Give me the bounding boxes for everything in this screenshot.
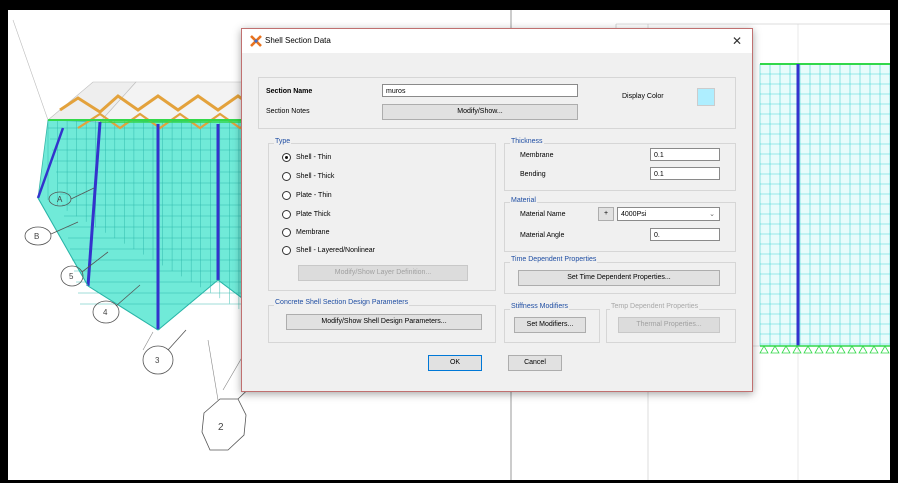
- membrane-label: Membrane: [520, 152, 554, 159]
- chevron-down-icon: ⌄: [709, 211, 715, 218]
- grid-bubble-b-label: B: [34, 232, 39, 241]
- material-name-label: Material Name: [520, 211, 566, 218]
- material-angle-input[interactable]: 0.: [650, 228, 720, 241]
- bending-label: Bending: [520, 171, 546, 178]
- time-dependent-title: Time Dependent Properties: [510, 256, 598, 263]
- shell-section-data-dialog: Shell Section Data ✕ Section Name muros …: [241, 28, 753, 392]
- shell-design-parameters-button[interactable]: Modify/Show Shell Design Parameters...: [286, 314, 482, 330]
- membrane-thickness-input[interactable]: 0.1: [650, 148, 720, 161]
- display-color-swatch[interactable]: [697, 88, 715, 106]
- layer-definition-button[interactable]: Modify/Show Layer Definition...: [298, 265, 468, 281]
- cancel-button[interactable]: Cancel: [508, 355, 562, 371]
- radio-shell-layered[interactable]: [282, 246, 291, 255]
- support-markers: [759, 345, 890, 354]
- grid-bubble-3: 3: [142, 329, 187, 375]
- grid-bubble-4-label: 4: [103, 308, 108, 317]
- section-notes-label: Section Notes: [266, 108, 310, 115]
- concrete-design-title: Concrete Shell Section Design Parameters: [274, 299, 410, 306]
- temp-dependent-title: Temp Dependent Properties: [610, 303, 700, 310]
- section-name-input[interactable]: muros: [382, 84, 578, 97]
- radio-shell-layered-label: Shell - Layered/Nonlinear: [296, 247, 375, 254]
- grid-bubble-2-label: 2: [218, 422, 224, 433]
- radio-membrane-label: Membrane: [296, 229, 330, 236]
- grid-bubble-5-label: 5: [69, 272, 74, 281]
- thickness-group-title: Thickness: [510, 138, 544, 145]
- dialog-title: Shell Section Data: [265, 36, 331, 45]
- type-group-title: Type: [274, 138, 292, 145]
- display-color-label: Display Color: [622, 93, 664, 100]
- add-material-button[interactable]: +: [598, 207, 614, 221]
- material-group-title: Material: [510, 197, 537, 204]
- material-name-value: 4000Psi: [621, 211, 647, 218]
- material-angle-label: Material Angle: [520, 232, 565, 239]
- close-button[interactable]: ✕: [728, 33, 746, 49]
- etabs-app-icon: [250, 35, 262, 47]
- ok-button[interactable]: OK: [428, 355, 482, 371]
- radio-shell-thick[interactable]: [282, 172, 291, 181]
- radio-membrane[interactable]: [282, 228, 291, 237]
- set-modifiers-button[interactable]: Set Modifiers...: [514, 317, 586, 333]
- close-icon: ✕: [731, 34, 743, 48]
- bending-thickness-input[interactable]: 0.1: [650, 167, 720, 180]
- model-3d-view[interactable]: [12, 19, 259, 401]
- stiffness-modifiers-title: Stiffness Modifiers: [510, 303, 570, 310]
- radio-plate-thin-label: Plate - Thin: [296, 192, 332, 199]
- set-time-dependent-button[interactable]: Set Time Dependent Properties...: [518, 270, 720, 286]
- radio-shell-thick-label: Shell - Thick: [296, 173, 335, 180]
- radio-shell-thin-label: Shell - Thin: [296, 154, 332, 161]
- radio-plate-thick-label: Plate Thick: [296, 211, 331, 218]
- grid-bubble-3-label: 3: [155, 356, 160, 365]
- grid-bubble-a-label: A: [57, 195, 63, 204]
- radio-shell-thin[interactable]: [282, 153, 291, 162]
- radio-plate-thin[interactable]: [282, 191, 291, 200]
- radio-plate-thick[interactable]: [282, 210, 291, 219]
- material-name-select[interactable]: 4000Psi ⌄: [617, 207, 720, 221]
- section-name-label: Section Name: [266, 88, 313, 95]
- thermal-properties-button[interactable]: Thermal Properties...: [618, 317, 720, 333]
- modify-show-notes-button[interactable]: Modify/Show...: [382, 104, 578, 120]
- dialog-title-bar[interactable]: Shell Section Data ✕: [242, 29, 752, 53]
